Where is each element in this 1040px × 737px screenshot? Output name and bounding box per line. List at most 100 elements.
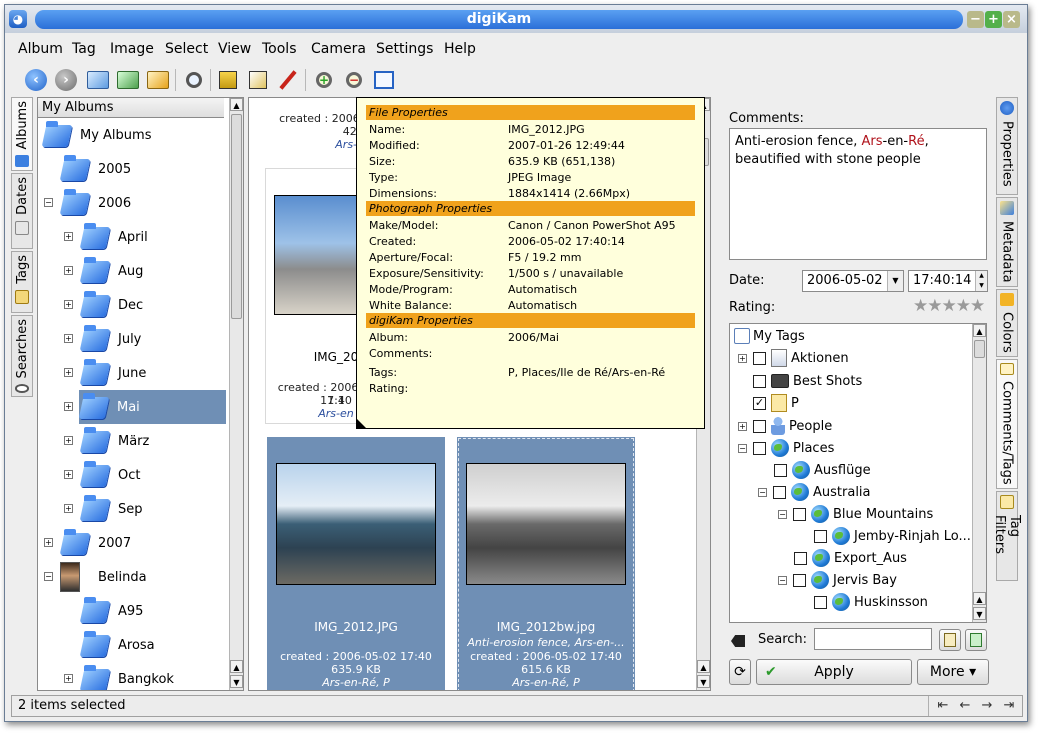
more-button[interactable]: More ▾ [917,659,989,685]
menu-select[interactable]: Select [165,41,208,57]
tree-item-oct[interactable]: + Oct [62,458,222,492]
date-picker[interactable]: 2006-05-02 ▼ [802,270,904,292]
zoom-in-icon[interactable]: + [311,67,337,93]
expand-icon[interactable]: + [64,334,73,343]
close-icon[interactable]: × [1003,11,1020,28]
expand-icon[interactable]: + [44,538,53,547]
tree-item-a95[interactable]: A95 [80,594,220,628]
tree-item-maerz[interactable]: + März [62,424,222,458]
menu-view[interactable]: View [218,41,251,57]
tab-tag-filters[interactable]: Tag Filters [992,491,1022,581]
fullscreen-icon[interactable] [371,67,397,93]
tag-checkbox[interactable] [793,507,806,521]
expand-icon[interactable]: + [64,368,73,377]
tree-item-mai[interactable]: + Mai [62,390,226,424]
menu-tag[interactable]: Tag [72,41,96,57]
collapse-icon[interactable]: − [778,575,787,585]
tree-item-dec[interactable]: + Dec [62,288,222,322]
tree-item-july[interactable]: + July [62,322,222,356]
expand-icon[interactable]: + [738,421,747,431]
tree-item-bangkok[interactable]: + Bangkok [62,662,222,690]
zoom-out-icon[interactable]: − [341,67,367,93]
tree-item-june[interactable]: + June [62,356,222,390]
apply-button[interactable]: ✔ Apply [756,659,912,685]
scroll-down-icon[interactable]: ▼ [230,675,243,688]
next-image-icon[interactable]: → [978,698,996,714]
expand-icon[interactable]: + [64,232,73,241]
collapse-icon[interactable]: − [778,509,787,519]
menu-tools[interactable]: Tools [262,41,297,57]
tag-root[interactable]: My Tags [734,325,805,347]
thumbnail-item-img-2012bw[interactable]: IMG_2012bw.jpg Anti-erosion fence, Ars-e… [457,437,635,690]
expand-icon[interactable]: + [64,266,73,275]
new-album-icon[interactable] [85,67,111,93]
edit-image-icon[interactable] [245,67,271,93]
tag-row-jemby-rinjah[interactable]: Jemby-Rinjah Lo... [814,525,971,547]
tab-colors[interactable]: Colors [996,289,1018,357]
expand-icon[interactable]: + [64,436,73,445]
tree-item-my-albums[interactable]: My Albums [42,118,226,152]
tag-checkbox[interactable]: ✓ [753,396,766,410]
tag-row-ausfluege[interactable]: Ausflüge [774,459,871,481]
tree-item-2005[interactable]: 2005 [60,152,220,186]
tag-checkbox[interactable] [753,441,766,455]
tag-row-places[interactable]: − Places [738,437,834,459]
menu-album[interactable]: Album [18,41,63,57]
expand-icon[interactable]: + [64,504,73,513]
add-tag-icon[interactable] [939,629,961,651]
first-image-icon[interactable]: ⇤ [934,698,952,714]
tag-checkbox[interactable] [753,419,766,433]
expand-icon[interactable]: + [738,353,747,363]
import-images-icon[interactable] [145,67,171,93]
back-icon[interactable]: ‹ [23,67,49,93]
tag-checkbox[interactable] [814,595,827,609]
scroll-down-icon[interactable]: ▼ [973,607,986,620]
tree-item-arosa[interactable]: Arosa [80,628,220,662]
tab-searches[interactable]: Searches [11,315,33,397]
maximize-icon[interactable]: + [985,11,1002,28]
menu-help[interactable]: Help [444,41,476,57]
scroll-up-icon[interactable]: ▲ [230,660,243,673]
scroll-up-icon[interactable]: ▲ [230,98,243,111]
tag-row-huskinsson[interactable]: Huskinsson [814,591,928,613]
tab-albums[interactable]: Albums [11,97,33,171]
menu-image[interactable]: Image [110,41,154,57]
tag-tree-scrollbar[interactable]: ▲ ▲ ▼ [972,324,986,622]
time-field[interactable]: 17:40:14 ▲ ▼ [908,270,988,292]
tag-row-aktionen[interactable]: + Aktionen [738,347,849,369]
tag-row-jervis-bay[interactable]: − Jervis Bay [778,569,897,591]
collapse-icon[interactable]: − [44,198,53,207]
tab-tags[interactable]: Tags [11,251,33,313]
collapse-icon[interactable]: − [758,487,767,497]
tag-row-export-aus[interactable]: Export_Aus [794,547,907,569]
minimize-icon[interactable]: − [967,11,984,28]
album-properties-icon[interactable] [115,67,141,93]
revert-icon[interactable]: ⟳ [729,659,751,685]
scroll-up-icon[interactable]: ▲ [697,660,710,673]
scroll-down-icon[interactable]: ▼ [697,675,710,688]
tree-item-aug[interactable]: + Aug [62,254,222,288]
scroll-thumb[interactable] [974,340,985,358]
tag-checkbox[interactable] [814,529,827,543]
tree-item-2006[interactable]: − 2006 [42,186,220,220]
tree-item-april[interactable]: + April [62,220,222,254]
tree-item-sep[interactable]: + Sep [62,492,222,526]
assign-tag-icon[interactable] [965,629,987,651]
slideshow-icon[interactable] [215,67,241,93]
tag-row-p[interactable]: ✓ P [753,392,799,414]
collapse-icon[interactable]: − [44,572,53,581]
tag-checkbox[interactable] [774,463,787,477]
rating-stars[interactable]: ★★★★★ [913,296,985,316]
menu-camera[interactable]: Camera [311,41,366,57]
title-bar[interactable]: ◕ digiKam − + × [5,5,1027,33]
tree-item-2007[interactable]: + 2007 [42,526,220,560]
tag-row-blue-mountains[interactable]: − Blue Mountains [778,503,933,525]
scroll-up-icon[interactable]: ▲ [973,592,986,605]
tag-search-input[interactable] [814,628,932,650]
menu-settings[interactable]: Settings [376,41,433,57]
tag-checkbox[interactable] [753,351,766,365]
preview-icon[interactable] [181,67,207,93]
tag-row-best-shots[interactable]: Best Shots [753,370,862,392]
album-tree-scrollbar[interactable]: ▲ ▲ ▼ [229,98,243,690]
expand-icon[interactable]: + [64,300,73,309]
